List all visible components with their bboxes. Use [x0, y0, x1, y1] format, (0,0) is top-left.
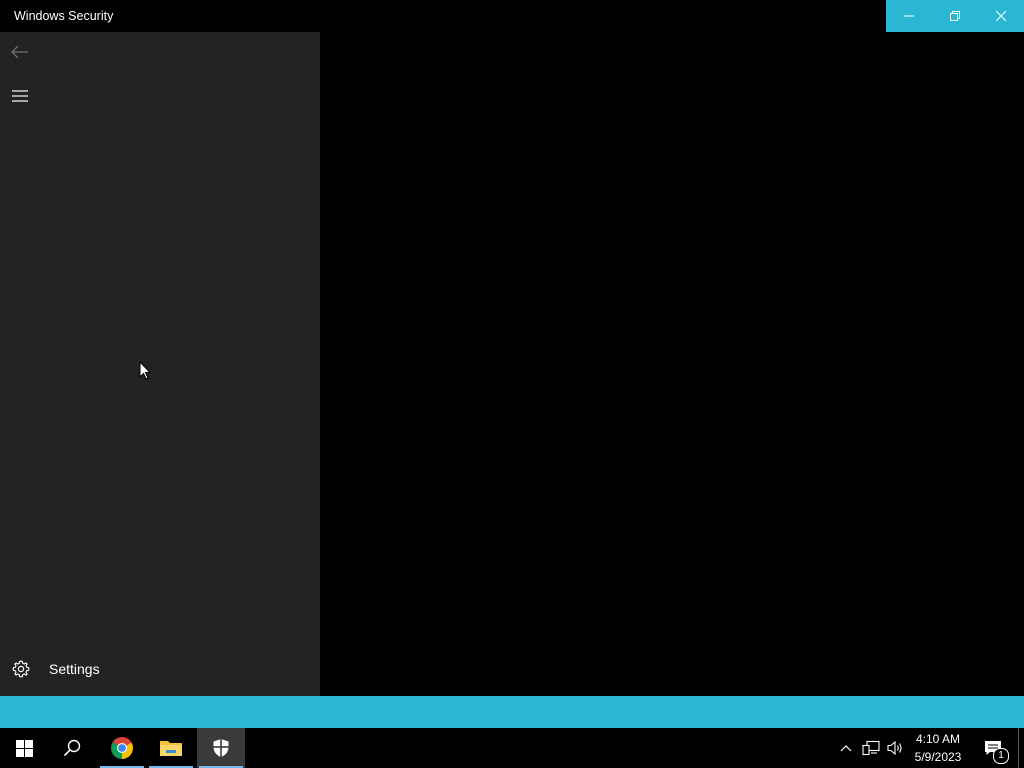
back-button[interactable]	[0, 32, 40, 72]
taskbar-chrome[interactable]	[98, 728, 146, 768]
windows-start-icon	[15, 739, 33, 757]
network-icon	[862, 740, 880, 756]
hamburger-menu-icon	[12, 90, 28, 102]
hamburger-menu-button[interactable]	[0, 76, 40, 116]
shield-icon	[213, 739, 229, 757]
volume-icon	[887, 740, 902, 756]
gear-icon	[0, 660, 41, 678]
window-controls	[886, 0, 1024, 32]
show-hidden-icons-button[interactable]	[836, 728, 856, 768]
accent-strip	[0, 696, 1024, 728]
windows-security-window: Windows Security Settings	[0, 0, 1024, 728]
show-desktop-button[interactable]	[1018, 728, 1024, 768]
taskbar-file-explorer[interactable]	[147, 728, 195, 768]
search-icon	[63, 739, 81, 757]
folder-icon	[160, 741, 182, 756]
minimize-icon	[904, 15, 914, 17]
clock[interactable]: 4:10 AM 5/9/2023	[906, 728, 970, 768]
start-button[interactable]	[0, 728, 48, 768]
navigation-pane: Settings	[0, 32, 320, 696]
main-content	[320, 32, 1024, 696]
volume-button[interactable]	[884, 728, 906, 768]
network-button[interactable]	[860, 728, 882, 768]
notification-badge: 1	[993, 748, 1009, 764]
chrome-icon	[111, 737, 133, 759]
close-icon	[996, 11, 1006, 21]
taskbar-windows-security[interactable]	[197, 728, 245, 768]
title-bar[interactable]: Windows Security	[0, 0, 1024, 32]
clock-date: 5/9/2023	[914, 750, 962, 764]
mouse-cursor-icon	[139, 361, 151, 380]
close-button[interactable]	[978, 0, 1024, 32]
clock-time: 4:10 AM	[915, 732, 961, 746]
minimize-button[interactable]	[886, 0, 932, 32]
action-center-button[interactable]: 1	[975, 728, 1011, 768]
restore-button[interactable]	[932, 0, 978, 32]
settings-nav-item[interactable]: Settings	[0, 652, 320, 686]
taskbar: 4:10 AM 5/9/2023 1	[0, 728, 1024, 768]
back-arrow-icon	[11, 45, 28, 59]
search-button[interactable]	[48, 728, 96, 768]
settings-label: Settings	[49, 661, 100, 677]
chevron-up-icon	[840, 745, 852, 752]
window-title: Windows Security	[14, 9, 114, 23]
restore-icon	[950, 11, 960, 21]
